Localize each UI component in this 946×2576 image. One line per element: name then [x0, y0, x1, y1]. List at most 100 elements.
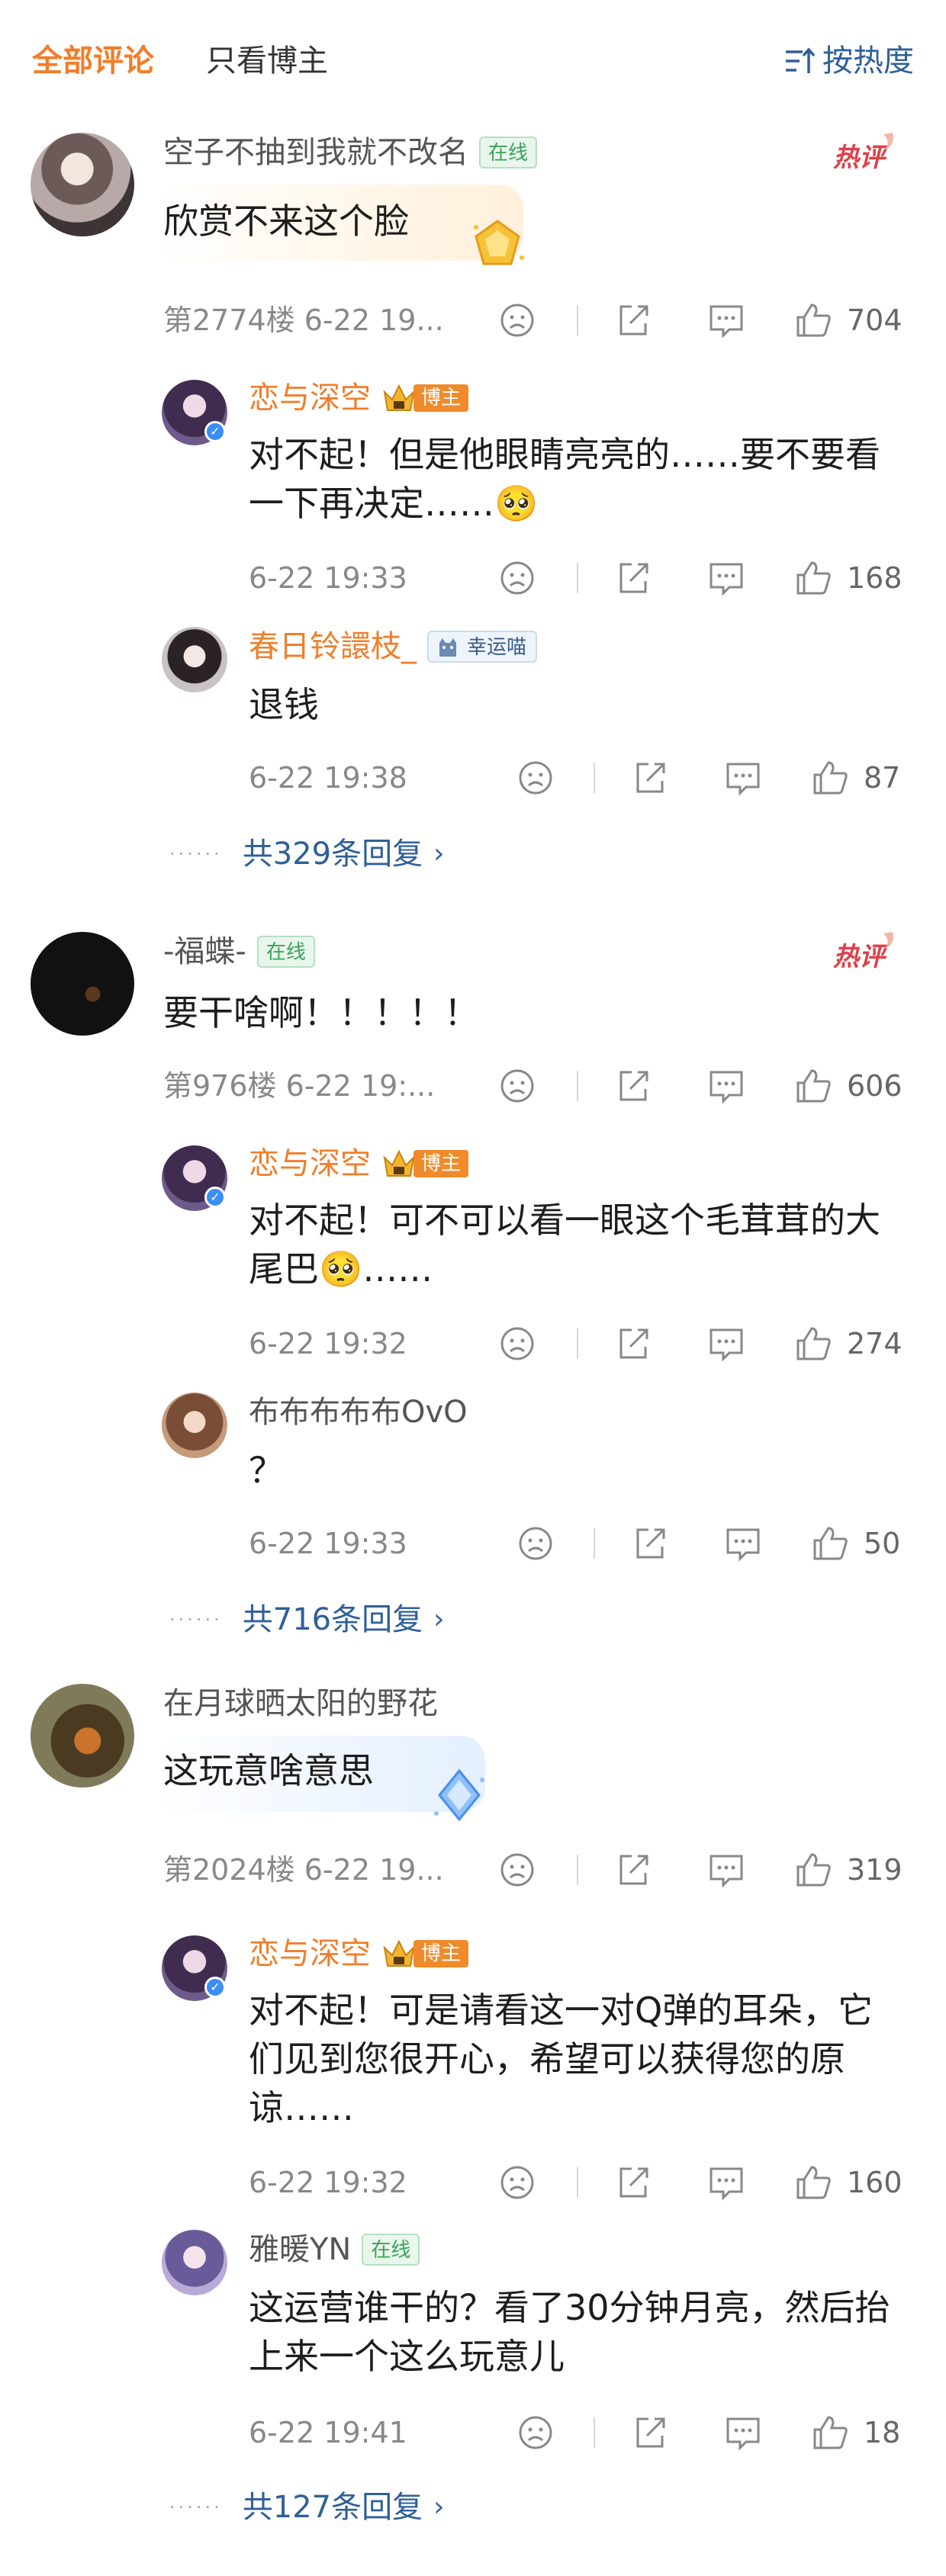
- verified-icon: ✓: [204, 1187, 226, 1208]
- svg-text:热评: 热评: [833, 143, 889, 173]
- like-count: 274: [847, 1327, 903, 1360]
- comment-icon[interactable]: [706, 1066, 746, 1106]
- like-count: 606: [847, 1069, 903, 1103]
- dots-icon: ······: [169, 2497, 223, 2518]
- reply-time: 6-22 19:32: [249, 1327, 407, 1360]
- like-count: 704: [847, 304, 903, 337]
- dislike-icon[interactable]: [516, 758, 555, 798]
- comment-icon[interactable]: [723, 2413, 763, 2452]
- like-count: 87: [864, 761, 901, 795]
- like-count: 50: [864, 1527, 901, 1560]
- avatar[interactable]: [162, 2230, 227, 2295]
- comment-icon[interactable]: [706, 2163, 746, 2202]
- comment-icon[interactable]: [723, 758, 763, 798]
- divider: [594, 763, 595, 793]
- comment-icon[interactable]: [706, 1850, 746, 1890]
- dislike-icon[interactable]: [497, 558, 537, 598]
- crown-icon: [383, 1149, 415, 1177]
- more-replies-link[interactable]: ······ 共329条回复 ›: [169, 833, 445, 875]
- hot-comment-icon: 热评: [833, 932, 893, 972]
- like-icon[interactable]: [810, 1524, 850, 1563]
- reply-time: 6-22 19:33: [249, 1527, 407, 1560]
- reply-text: 对不起！但是他眼睛亮亮的……要不要看一下再决定……🥺: [249, 434, 880, 524]
- reply-actions: 6-22 19:33 50: [0, 1521, 946, 1566]
- like-icon[interactable]: [810, 758, 850, 798]
- like-count: 168: [847, 561, 903, 595]
- dots-icon: ······: [169, 843, 223, 865]
- avatar[interactable]: [162, 1392, 227, 1458]
- avatar[interactable]: [31, 1684, 134, 1787]
- share-icon[interactable]: [613, 1324, 653, 1363]
- comment-icon[interactable]: [723, 1524, 763, 1563]
- dislike-icon[interactable]: [497, 1850, 537, 1890]
- comment-header: 全部评论 只看博主 按热度: [0, 0, 946, 122]
- online-badge: 在线: [362, 2234, 420, 2266]
- like-icon[interactable]: [793, 1324, 833, 1363]
- like-icon[interactable]: [793, 2163, 833, 2202]
- host-label: 博主: [413, 1150, 469, 1177]
- tab-all-comments[interactable]: 全部评论: [32, 40, 154, 82]
- comment-text: 欣赏不来这个脸: [163, 201, 409, 242]
- avatar[interactable]: [162, 627, 227, 692]
- share-icon[interactable]: [613, 1066, 653, 1106]
- reply-actions: 6-22 19:32 160: [0, 2160, 946, 2205]
- username[interactable]: 恋与深空: [249, 378, 371, 418]
- dislike-icon[interactable]: [497, 1324, 537, 1363]
- dislike-icon[interactable]: [497, 2163, 537, 2202]
- divider: [594, 2417, 595, 2448]
- crown-icon: [383, 1939, 415, 1967]
- reply-actions: 6-22 19:32 274: [0, 1321, 946, 1367]
- verified-icon: ✓: [204, 421, 226, 442]
- share-icon[interactable]: [630, 1524, 670, 1563]
- username[interactable]: 春日铃譞枝_: [249, 627, 417, 666]
- share-icon[interactable]: [613, 2163, 653, 2202]
- username[interactable]: 布布布布布OvO: [249, 1392, 468, 1432]
- share-icon[interactable]: [613, 300, 653, 340]
- divider: [577, 1328, 578, 1359]
- tab-blogger-only[interactable]: 只看博主: [206, 40, 328, 82]
- comment-actions: 第2024楼 6-22 19... 319: [0, 1847, 946, 1893]
- username[interactable]: 雅暖YN: [249, 2230, 351, 2269]
- floor-time: 第976楼 6-22 19:...: [163, 1069, 436, 1103]
- reply-text: 对不起！可不可以看一眼这个毛茸茸的大尾巴🥺……: [249, 1200, 880, 1290]
- comment-text: 这玩意啥意思: [163, 1750, 374, 1791]
- lucky-label: 幸运喵: [467, 636, 527, 659]
- comment-icon[interactable]: [706, 558, 746, 598]
- more-replies-link[interactable]: ······ 共716条回复 ›: [169, 1598, 445, 1641]
- lucky-badge: 幸运喵: [427, 631, 538, 663]
- like-icon[interactable]: [793, 1066, 833, 1106]
- comment-icon[interactable]: [706, 1324, 746, 1363]
- comment-icon[interactable]: [706, 300, 746, 340]
- cat-icon: [439, 638, 456, 657]
- share-icon[interactable]: [630, 758, 670, 798]
- dislike-icon[interactable]: [497, 300, 537, 340]
- share-icon[interactable]: [630, 2413, 670, 2452]
- share-icon[interactable]: [613, 558, 653, 598]
- floor-time: 第2024楼 6-22 19...: [163, 1853, 444, 1887]
- username[interactable]: -福蝶-: [163, 932, 246, 972]
- avatar[interactable]: [31, 133, 134, 236]
- share-icon[interactable]: [613, 1850, 653, 1890]
- dislike-icon[interactable]: [516, 2413, 555, 2452]
- hot-comment-icon: 热评: [833, 133, 893, 173]
- like-icon[interactable]: [810, 2413, 850, 2452]
- username[interactable]: 空子不抽到我就不改名: [163, 133, 468, 172]
- sort-button[interactable]: 按热度: [783, 40, 914, 82]
- username[interactable]: 在月球晒太阳的野花: [163, 1684, 438, 1723]
- dots-icon: ······: [169, 1609, 223, 1630]
- like-icon[interactable]: [793, 558, 833, 598]
- username[interactable]: 恋与深空: [249, 1934, 371, 1974]
- host-label: 博主: [413, 384, 469, 412]
- divider: [577, 1071, 578, 1101]
- dislike-icon[interactable]: [516, 1524, 555, 1563]
- reply-time: 6-22 19:38: [249, 761, 407, 795]
- more-replies-link[interactable]: ······ 共127条回复 ›: [169, 2486, 445, 2529]
- dislike-icon[interactable]: [497, 1066, 537, 1106]
- like-icon[interactable]: [793, 300, 833, 340]
- chevron-right-icon: ›: [433, 838, 445, 869]
- floor-time: 第2774楼 6-22 19...: [163, 304, 444, 337]
- reply-actions: 6-22 19:33 168: [0, 555, 946, 601]
- avatar[interactable]: [31, 932, 134, 1036]
- username[interactable]: 恋与深空: [249, 1144, 371, 1184]
- like-icon[interactable]: [793, 1850, 833, 1890]
